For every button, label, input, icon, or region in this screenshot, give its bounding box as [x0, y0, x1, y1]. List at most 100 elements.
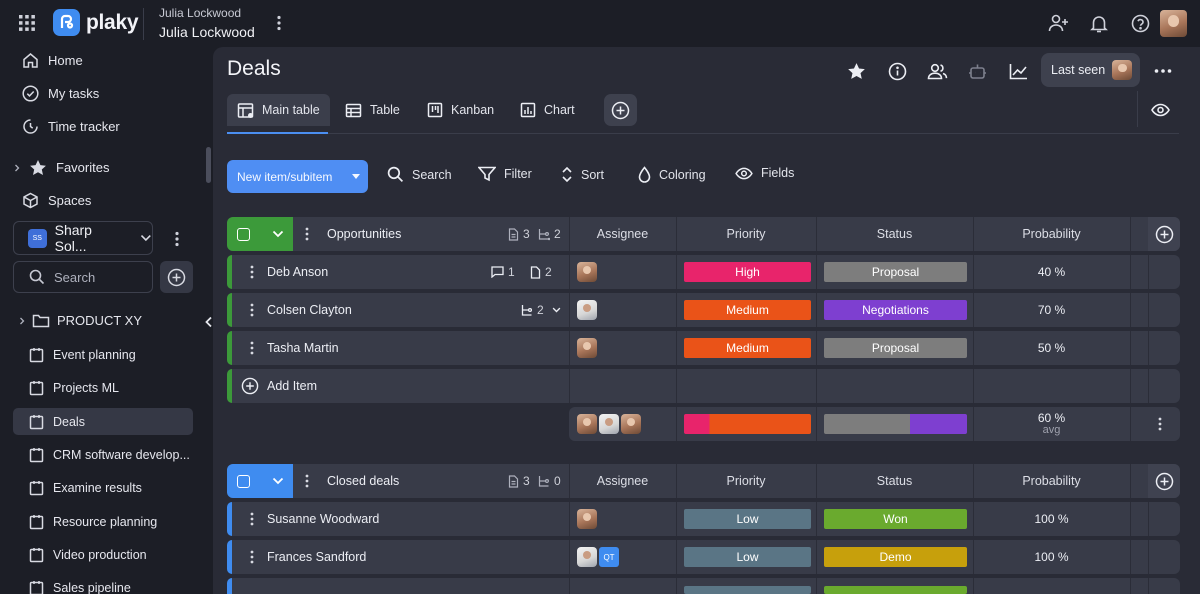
sidebar-board-item[interactable]: Video production: [13, 541, 193, 568]
priority-label[interactable]: Medium: [684, 300, 811, 320]
row-menu-icon[interactable]: [247, 549, 257, 565]
info-icon[interactable]: [886, 60, 908, 82]
sidebar-board-item[interactable]: Deals: [13, 408, 193, 435]
priority-label[interactable]: Low: [684, 547, 811, 567]
sidebar-board-item[interactable]: Projects ML: [13, 374, 193, 401]
sidebar-board-item[interactable]: Resource planning: [13, 508, 193, 535]
sidebar-item-home[interactable]: Home: [22, 52, 83, 69]
item-name[interactable]: Deb Anson: [267, 265, 328, 279]
sidebar-item-favorites[interactable]: Favorites: [14, 159, 109, 176]
column-header-probability[interactable]: Probability: [973, 474, 1130, 488]
fields-button[interactable]: Fields: [735, 166, 794, 180]
coloring-button[interactable]: Coloring: [638, 166, 706, 183]
plaky-logo[interactable]: plaky: [53, 9, 139, 36]
row-menu-icon[interactable]: [247, 264, 257, 280]
probability-value[interactable]: 100 %: [973, 512, 1130, 526]
group-name[interactable]: Closed deals: [327, 474, 399, 488]
help-icon[interactable]: [1129, 12, 1151, 34]
add-column-button[interactable]: [1148, 464, 1180, 498]
table-row[interactable]: [227, 578, 1180, 594]
status-label[interactable]: [824, 586, 967, 594]
priority-label[interactable]: [684, 586, 811, 594]
table-row[interactable]: Deb Anson 1 2 High Proposal 40 %: [227, 255, 1180, 289]
subitems-toggle[interactable]: 2: [521, 303, 561, 317]
tab-kanban[interactable]: Kanban: [417, 94, 504, 126]
table-row[interactable]: Tasha Martin Medium Proposal 50 %: [227, 331, 1180, 365]
apps-grid-icon[interactable]: [18, 14, 36, 32]
group-checkbox[interactable]: [237, 227, 250, 241]
sidebar-board-item[interactable]: Sales pipeline: [13, 574, 193, 594]
status-label[interactable]: Proposal: [824, 338, 967, 358]
status-label[interactable]: Proposal: [824, 262, 967, 282]
column-header-priority[interactable]: Priority: [676, 227, 816, 241]
table-row[interactable]: Colsen Clayton 2 Medium Negotiations 70 …: [227, 293, 1180, 327]
priority-label[interactable]: Low: [684, 509, 811, 529]
column-header-status[interactable]: Status: [816, 227, 973, 241]
assignee-avatar[interactable]: [577, 338, 597, 358]
table-row[interactable]: Frances Sandford QT Low Demo 100 %: [227, 540, 1180, 574]
workspace-menu-icon[interactable]: [270, 14, 288, 32]
probability-value[interactable]: 50 %: [973, 341, 1130, 355]
comments-count[interactable]: 1: [491, 265, 515, 279]
sidebar-item-spaces[interactable]: Spaces: [22, 192, 91, 209]
assignee-avatar[interactable]: [577, 547, 597, 567]
summary-menu-icon[interactable]: [1155, 416, 1165, 432]
add-item-row[interactable]: Add Item: [227, 369, 1180, 403]
sort-button[interactable]: Sort: [561, 166, 604, 183]
activity-chart-icon[interactable]: [1007, 60, 1029, 82]
search-button[interactable]: Search: [387, 166, 452, 183]
status-label[interactable]: Negotiations: [824, 300, 967, 320]
add-column-button[interactable]: [1148, 217, 1180, 251]
column-header-probability[interactable]: Probability: [973, 227, 1130, 241]
group-name[interactable]: Opportunities: [327, 227, 401, 241]
column-header-status[interactable]: Status: [816, 474, 973, 488]
table-row[interactable]: Susanne Woodward Low Won 100 %: [227, 502, 1180, 536]
item-name[interactable]: Colsen Clayton: [267, 303, 352, 317]
chevron-down-icon[interactable]: [272, 230, 284, 238]
filter-button[interactable]: Filter: [478, 166, 532, 182]
group-menu-icon[interactable]: [302, 226, 312, 242]
new-item-button[interactable]: New item/subitem: [227, 160, 368, 193]
user-avatar[interactable]: [1160, 10, 1187, 37]
group-menu-icon[interactable]: [302, 473, 312, 489]
status-label[interactable]: Demo: [824, 547, 967, 567]
new-item-dropdown[interactable]: [344, 160, 368, 193]
item-name[interactable]: Susanne Woodward: [267, 512, 379, 526]
add-board-button[interactable]: [160, 261, 193, 293]
sidebar-search-input[interactable]: Search: [13, 261, 153, 293]
probability-value[interactable]: 100 %: [973, 550, 1130, 564]
priority-label[interactable]: High: [684, 262, 811, 282]
hide-columns-eye-icon[interactable]: [1149, 99, 1171, 121]
group-checkbox[interactable]: [237, 474, 250, 488]
assignee-avatar[interactable]: [577, 509, 597, 529]
workspace-name[interactable]: Julia Lockwood: [159, 24, 255, 40]
last-seen-button[interactable]: Last seen: [1041, 53, 1140, 87]
row-menu-icon[interactable]: [247, 511, 257, 527]
automation-robot-icon[interactable]: [966, 60, 988, 82]
tab-table[interactable]: Table: [335, 94, 410, 126]
row-menu-icon[interactable]: [247, 340, 257, 356]
tab-main-table[interactable]: Main table: [227, 94, 330, 126]
favorite-star-icon[interactable]: [845, 60, 867, 82]
sidebar-scrollbar[interactable]: [206, 147, 211, 183]
bell-icon[interactable]: [1088, 12, 1110, 34]
priority-label[interactable]: Medium: [684, 338, 811, 358]
folder-product-xy[interactable]: PRODUCT XY: [19, 313, 142, 328]
column-header-assignee[interactable]: Assignee: [569, 227, 676, 241]
chevron-down-icon[interactable]: [272, 477, 284, 485]
column-header-priority[interactable]: Priority: [676, 474, 816, 488]
column-header-assignee[interactable]: Assignee: [569, 474, 676, 488]
probability-value[interactable]: 40 %: [973, 265, 1130, 279]
space-selector[interactable]: SS Sharp Sol...: [13, 221, 153, 255]
item-name[interactable]: Frances Sandford: [267, 550, 366, 564]
space-menu-icon[interactable]: [168, 230, 186, 248]
add-view-button[interactable]: [604, 94, 637, 126]
tab-chart[interactable]: Chart: [510, 94, 585, 126]
item-name[interactable]: Tasha Martin: [267, 341, 339, 355]
sidebar-item-my-tasks[interactable]: My tasks: [22, 85, 99, 102]
sidebar-board-item[interactable]: Event planning: [13, 341, 193, 368]
row-menu-icon[interactable]: [247, 302, 257, 318]
status-label[interactable]: Won: [824, 509, 967, 529]
more-menu-icon[interactable]: [1152, 60, 1174, 82]
sidebar-item-time-tracker[interactable]: Time tracker: [22, 118, 120, 135]
